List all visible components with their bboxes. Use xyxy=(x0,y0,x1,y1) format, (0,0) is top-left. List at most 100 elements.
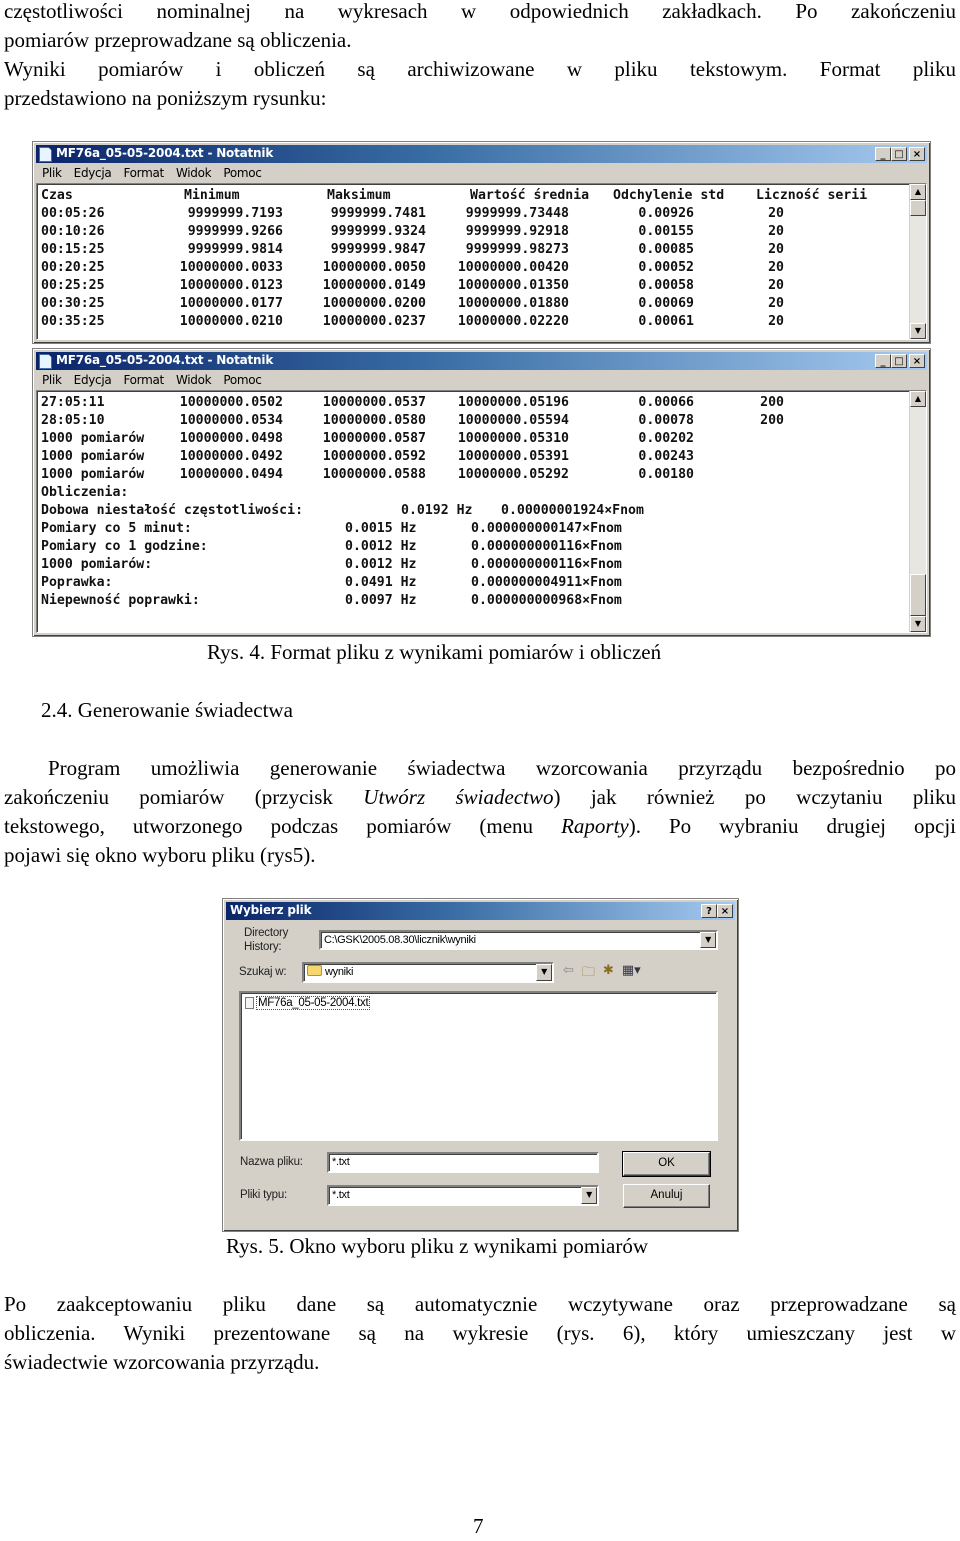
dropdown-arrow-icon[interactable]: ▼ xyxy=(700,932,716,948)
menu-edycja[interactable]: Edycja xyxy=(74,166,112,180)
text-row: 00:20:25 10000000.0033 10000000.0050 100000… xyxy=(41,259,896,277)
text-row: 1000 pomiarów 10000000.0498 10000000.0587 1… xyxy=(41,430,784,448)
time-cell: 00:10:26 xyxy=(41,224,105,239)
folder-icon xyxy=(307,965,322,976)
title-bar[interactable]: MF76a_05-05-2004.txt - Notatnik _ □ × xyxy=(36,352,927,370)
look-in-combo[interactable]: wyniki ▼ xyxy=(302,962,554,983)
ok-button[interactable]: OK xyxy=(622,1151,711,1177)
back-arrow-icon[interactable]: ⇦ xyxy=(563,963,574,985)
scroll-down-button[interactable]: ▼ xyxy=(910,323,926,339)
calc-hz: 0.0192 Hz xyxy=(401,503,473,518)
dropdown-arrow-icon[interactable]: ▼ xyxy=(581,1187,597,1204)
new-folder-icon[interactable]: ✱ xyxy=(603,963,614,985)
count-cell: 200 xyxy=(760,413,784,428)
window-title: MF76a_05-05-2004.txt - Notatnik xyxy=(56,146,274,160)
close-button[interactable]: × xyxy=(909,354,925,368)
count-header: Liczność serii xyxy=(756,188,868,203)
title-bar[interactable]: MF76a_05-05-2004.txt - Notatnik _ □ × xyxy=(36,145,927,163)
vertical-scrollbar[interactable]: ▲ ▼ xyxy=(909,184,926,339)
maksimum-cell: 10000000.0050 xyxy=(322,260,426,275)
dropdown-arrow-icon[interactable]: ▼ xyxy=(536,964,552,981)
menu-pomoc[interactable]: Pomoc xyxy=(223,166,262,180)
file-item[interactable]: MF76a_05-05-2004.txt xyxy=(245,996,371,1010)
calc-label: Pomiary co 1 godzine: xyxy=(41,539,208,554)
menu-widok[interactable]: Widok xyxy=(176,166,212,180)
time-cell: 1000 pomiarów xyxy=(41,467,145,482)
scroll-thumb[interactable] xyxy=(910,574,926,616)
file-name: MF76a_05-05-2004.txt xyxy=(256,996,371,1010)
menu-edycja[interactable]: Edycja xyxy=(74,373,112,387)
filetype-select[interactable]: *.txt ▼ xyxy=(327,1185,599,1206)
text-row: Czas Minimum Maksimum Wartość średnia Odchyl… xyxy=(41,187,896,205)
close-button[interactable]: × xyxy=(717,904,733,918)
select-value: *.txt xyxy=(332,1189,350,1201)
text-area[interactable]: Czas Minimum Maksimum Wartość średnia Odchyl… xyxy=(36,183,927,340)
text-span: tekstowego, utworzonego podczas pomiarów… xyxy=(4,814,562,838)
text-row: Obliczenia: xyxy=(41,484,784,502)
menu-format[interactable]: Format xyxy=(123,166,164,180)
close-button[interactable]: × xyxy=(909,147,925,161)
figure-caption-5: Rys. 5. Okno wyboru pliku z wynikami pom… xyxy=(226,1234,649,1258)
mean-cell: 9999999.98273 xyxy=(465,242,569,257)
text-area[interactable]: 27:05:11 10000000.0502 10000000.0537 100000… xyxy=(36,390,927,633)
text-row: 00:25:25 10000000.0123 10000000.0149 100000… xyxy=(41,277,896,295)
cancel-button[interactable]: Anuluj xyxy=(623,1184,710,1208)
dialog-title-bar[interactable]: Wybierz plik ? × xyxy=(226,902,735,920)
file-content: 27:05:11 10000000.0502 10000000.0537 100000… xyxy=(41,394,784,610)
calc-label: Pomiary co 5 minut: xyxy=(41,521,192,536)
mean-cell: 10000000.01350 xyxy=(457,278,569,293)
text-row: 1000 pomiarów 10000000.0492 10000000.0592 1… xyxy=(41,448,784,466)
paragraph-line: Po zaakceptowaniu pliku dane są automaty… xyxy=(4,1292,956,1316)
menu-pomoc[interactable]: Pomoc xyxy=(223,373,262,387)
text-row: 28:05:10 10000000.0534 10000000.0580 100000… xyxy=(41,412,784,430)
maksimum-header: Maksimum xyxy=(327,188,391,203)
scroll-thumb[interactable] xyxy=(910,200,926,216)
text-row: 1000 pomiarów: 0.0012 Hz 0.000000000116×Fn… xyxy=(41,556,784,574)
text-row: Poprawka: 0.0491 Hz 0.000000004911×Fnom xyxy=(41,574,784,592)
file-list[interactable]: MF76a_05-05-2004.txt xyxy=(239,991,718,1141)
maximize-button[interactable]: □ xyxy=(891,147,907,161)
mean-cell: 10000000.05196 xyxy=(457,395,569,410)
time-cell: 00:35:25 xyxy=(41,314,105,329)
dialog-title: Wybierz plik xyxy=(230,903,312,917)
filename-input[interactable]: *.txt xyxy=(327,1152,599,1173)
notepad-window-1: MF76a_05-05-2004.txt - Notatnik _ □ × Pl… xyxy=(32,141,931,344)
mean-cell: 10000000.00420 xyxy=(457,260,569,275)
minimize-button[interactable]: _ xyxy=(875,354,891,368)
maksimum-cell: 10000000.0537 xyxy=(322,395,426,410)
scroll-up-button[interactable]: ▲ xyxy=(910,184,926,200)
text-span: ). Po wybraniu drugiej opcji xyxy=(628,814,956,838)
maksimum-cell: 9999999.7481 xyxy=(330,206,426,221)
stddev-cell: 0.00180 xyxy=(638,467,694,482)
calc-hz: 0.0012 Hz xyxy=(345,539,417,554)
menu-plik[interactable]: Plik xyxy=(42,166,62,180)
maksimum-cell: 10000000.0592 xyxy=(322,449,426,464)
look-in-label: Szukaj w: xyxy=(239,966,287,978)
maximize-button[interactable]: □ xyxy=(891,354,907,368)
scroll-up-button[interactable]: ▲ xyxy=(910,391,926,407)
notepad-window-2: MF76a_05-05-2004.txt - Notatnik _ □ × Pl… xyxy=(32,348,931,637)
time-cell: 00:30:25 xyxy=(41,296,105,311)
menu-plik[interactable]: Plik xyxy=(42,373,62,387)
directory-history-combo[interactable]: C:\GSK\2005.08.30\licznik\wyniki ▼ xyxy=(319,930,718,950)
outro-paragraph: Po zaakceptowaniu pliku dane są automaty… xyxy=(4,1290,956,1377)
vertical-scrollbar[interactable]: ▲ ▼ xyxy=(909,391,926,632)
minimize-button[interactable]: _ xyxy=(875,147,891,161)
label-line: History: xyxy=(244,941,282,953)
menu-widok[interactable]: Widok xyxy=(176,373,212,387)
maksimum-cell: 10000000.0149 xyxy=(322,278,426,293)
intro-line: przedstawiono na poniższym rysunku: xyxy=(4,86,327,110)
maksimum-cell: 9999999.9324 xyxy=(330,224,426,239)
paragraph-line: tekstowego, utworzonego podczas pomiarów… xyxy=(4,812,956,841)
help-button[interactable]: ? xyxy=(701,904,717,918)
up-folder-icon[interactable]: 🗀 xyxy=(582,963,595,985)
mean-cell: 9999999.92918 xyxy=(465,224,569,239)
maksimum-cell: 10000000.0200 xyxy=(322,296,426,311)
text-row: 27:05:11 10000000.0502 10000000.0537 100000… xyxy=(41,394,784,412)
mean-cell: 10000000.05292 xyxy=(457,467,569,482)
calc-hz: 0.0012 Hz xyxy=(345,557,417,572)
stddev-cell: 0.00078 xyxy=(638,413,694,428)
view-menu-icon[interactable]: ▦▾ xyxy=(622,963,641,985)
scroll-down-button[interactable]: ▼ xyxy=(910,616,926,632)
menu-format[interactable]: Format xyxy=(123,373,164,387)
